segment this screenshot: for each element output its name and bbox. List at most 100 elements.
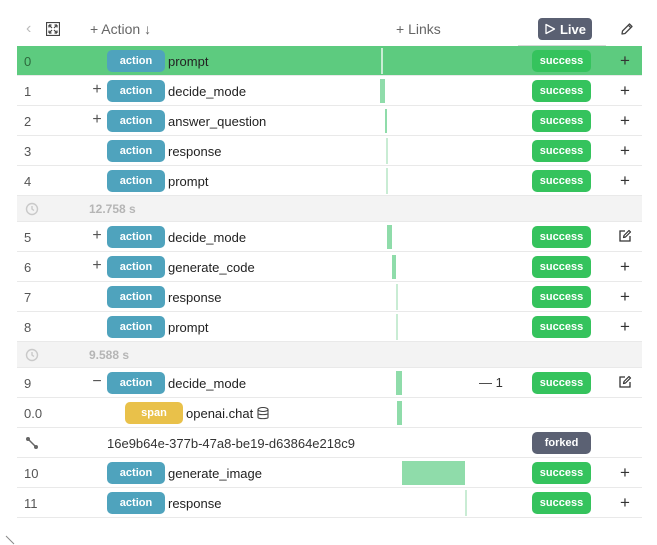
- gap-duration: 9.588 s: [89, 348, 130, 362]
- span-row[interactable]: 0.0 span openai.chat: [17, 398, 642, 428]
- links-column-header[interactable]: + Links: [396, 21, 441, 37]
- status-badge: success: [532, 492, 591, 514]
- table-row[interactable]: 8 action prompt success +: [17, 312, 642, 342]
- expand-plus-icon[interactable]: +: [90, 112, 104, 128]
- row-index: 4: [24, 174, 32, 189]
- add-icon[interactable]: +: [617, 258, 633, 275]
- action-badge: action: [107, 372, 165, 394]
- table-row[interactable]: 4 action prompt success +: [17, 166, 642, 196]
- action-column-header[interactable]: + Action ↓: [90, 21, 151, 37]
- play-icon: [545, 23, 556, 35]
- action-badge: action: [107, 110, 165, 132]
- timeline-bar: [381, 48, 383, 74]
- fork-id: 16e9b64e-377b-47a8-be19-d63864e218c9: [107, 436, 355, 451]
- fork-icon: [25, 436, 39, 450]
- add-icon[interactable]: +: [617, 288, 633, 305]
- clock-icon: [25, 202, 39, 216]
- add-icon[interactable]: +: [617, 464, 633, 481]
- table-row[interactable]: 10 action generate_image success +: [17, 458, 642, 488]
- status-badge: success: [532, 80, 591, 102]
- live-label: Live: [559, 21, 586, 37]
- add-icon[interactable]: +: [617, 142, 633, 159]
- add-icon[interactable]: +: [617, 494, 633, 511]
- resize-handle-icon[interactable]: [4, 534, 16, 545]
- table-row[interactable]: 3 action response success +: [17, 136, 642, 166]
- forked-badge[interactable]: forked: [532, 432, 591, 454]
- timeline-bar: [387, 225, 392, 249]
- row-index: 6: [24, 260, 32, 275]
- time-gap-row: 9.588 s: [17, 342, 642, 368]
- add-icon[interactable]: +: [617, 82, 633, 99]
- expand-plus-icon[interactable]: +: [90, 82, 104, 98]
- action-name: prompt: [168, 174, 209, 189]
- action-badge: action: [107, 170, 165, 192]
- timeline-bar: [396, 371, 402, 395]
- action-badge: action: [107, 256, 165, 278]
- status-badge: success: [532, 462, 591, 484]
- collapse-minus-icon[interactable]: −: [90, 374, 104, 390]
- expand-plus-icon[interactable]: +: [90, 258, 104, 274]
- row-index: 8: [24, 320, 32, 335]
- action-name: response: [168, 290, 222, 305]
- add-icon[interactable]: +: [617, 318, 633, 335]
- table-row[interactable]: 0 action prompt success +: [17, 46, 642, 76]
- database-icon: [257, 406, 269, 423]
- edit-icon[interactable]: [617, 375, 633, 391]
- clock-icon: [25, 348, 39, 362]
- fork-row: 16e9b64e-377b-47a8-be19-d63864e218c9 fork…: [17, 428, 642, 458]
- action-badge: action: [107, 226, 165, 248]
- edit-icon[interactable]: [617, 229, 633, 245]
- row-index: 7: [24, 290, 32, 305]
- gap-duration: 12.758 s: [89, 202, 136, 216]
- action-name: answer_question: [168, 114, 267, 129]
- table-row[interactable]: 7 action response success +: [17, 282, 642, 312]
- timeline-bar: [402, 461, 465, 485]
- span-badge: span: [125, 402, 183, 424]
- action-badge: action: [107, 50, 165, 72]
- row-index: 5: [24, 230, 32, 245]
- table-row[interactable]: 6 + action generate_code success +: [17, 252, 642, 282]
- status-badge: success: [532, 140, 591, 162]
- action-name: response: [168, 496, 222, 511]
- status-badge: success: [532, 170, 591, 192]
- expand-plus-icon[interactable]: +: [90, 228, 104, 244]
- status-badge: success: [532, 256, 591, 278]
- plus-icon: +: [90, 21, 102, 37]
- expand-icon[interactable]: [46, 22, 60, 36]
- status-badge: success: [532, 110, 591, 132]
- action-name: decide_mode: [168, 84, 247, 99]
- action-header-label: Action: [101, 21, 141, 37]
- live-button[interactable]: Live: [538, 18, 592, 40]
- timeline-bar: [385, 109, 387, 133]
- add-icon[interactable]: +: [617, 52, 633, 69]
- links-count[interactable]: — 1: [479, 375, 503, 390]
- status-badge: success: [532, 316, 591, 338]
- row-index: 9: [24, 376, 32, 391]
- action-badge: action: [107, 316, 165, 338]
- pencil-icon[interactable]: [620, 22, 634, 36]
- links-header-label: Links: [408, 21, 441, 37]
- table-row[interactable]: 9 − action decide_mode — 1 success: [17, 368, 642, 398]
- timeline-bar: [380, 79, 385, 103]
- action-name: response: [168, 144, 222, 159]
- add-icon[interactable]: +: [617, 112, 633, 129]
- action-badge: action: [107, 492, 165, 514]
- timeline-bar: [392, 255, 396, 279]
- timeline-bar: [465, 490, 467, 516]
- chevron-left-icon[interactable]: ‹: [26, 21, 40, 37]
- action-badge: action: [107, 140, 165, 162]
- plus-icon: +: [396, 21, 409, 37]
- table-header: ‹ + Action ↓ + Links Live: [18, 12, 642, 48]
- row-index: 10: [24, 466, 39, 481]
- action-name: generate_code: [168, 260, 255, 275]
- action-name: prompt: [168, 54, 209, 69]
- table-row[interactable]: 2 + action answer_question success +: [17, 106, 642, 136]
- sort-down-icon: ↓: [140, 21, 152, 37]
- table-row[interactable]: 11 action response success +: [17, 488, 642, 518]
- table-row[interactable]: 1 + action decide_mode success +: [17, 76, 642, 106]
- timeline-bar: [386, 168, 388, 194]
- add-icon[interactable]: +: [617, 172, 633, 189]
- status-badge: success: [532, 372, 591, 394]
- status-badge: success: [532, 226, 591, 248]
- table-row[interactable]: 5 + action decide_mode success: [17, 222, 642, 252]
